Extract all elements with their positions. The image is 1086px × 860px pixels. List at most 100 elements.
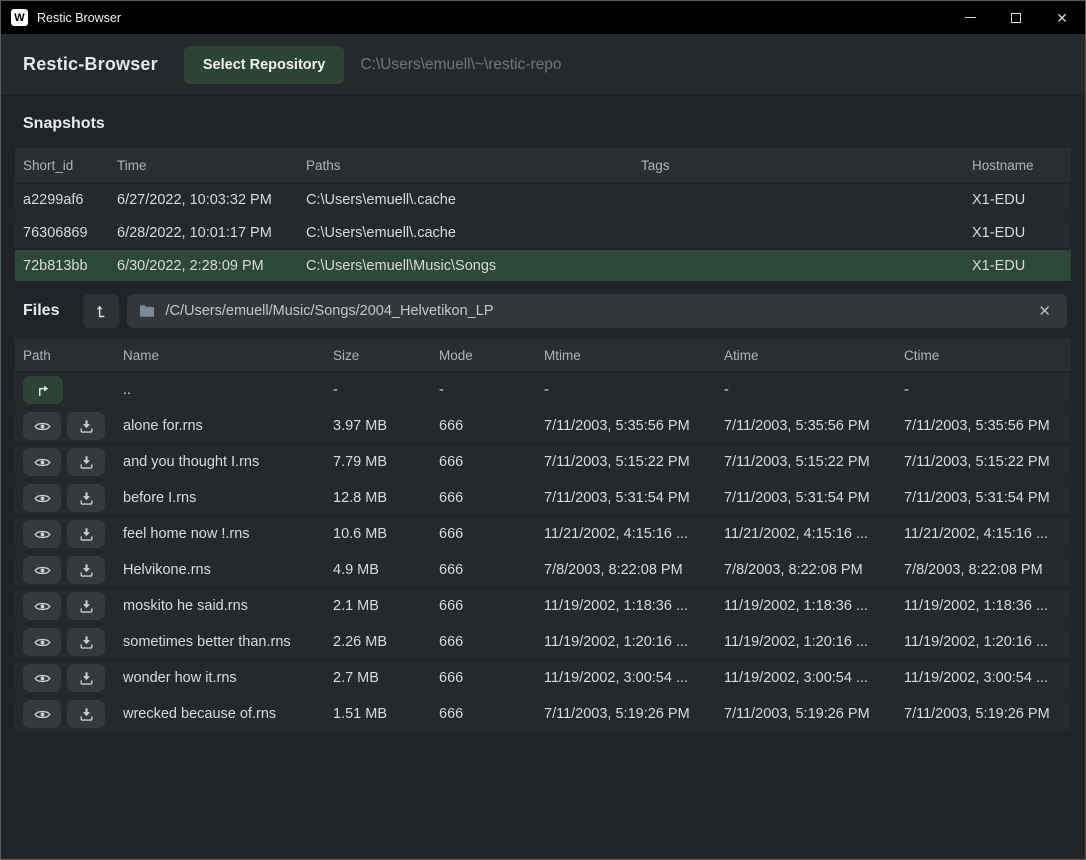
restore-file-button[interactable]: [67, 484, 105, 512]
file-mtime: 7/11/2003, 5:19:26 PM: [544, 706, 724, 722]
snapshot-short-id: 72b813bb: [23, 258, 117, 274]
file-name: sometimes better than.rns: [123, 634, 333, 650]
file-ctime: 11/19/2002, 1:20:16 ...: [904, 634, 1071, 650]
file-mtime: 11/19/2002, 1:18:36 ...: [544, 598, 724, 614]
clear-path-button[interactable]: ✕: [1034, 300, 1055, 322]
view-file-button[interactable]: [23, 628, 61, 656]
eye-icon: [34, 456, 51, 469]
file-atime: 11/21/2002, 4:15:16 ...: [724, 526, 904, 542]
file-actions: [23, 628, 123, 656]
file-atime: 7/11/2003, 5:15:22 PM: [724, 454, 904, 470]
file-atime: 7/11/2003, 5:35:56 PM: [724, 418, 904, 434]
app-logo-icon: W: [11, 9, 28, 26]
restore-file-button[interactable]: [67, 412, 105, 440]
col-mtime: Mtime: [544, 348, 724, 363]
download-icon: [79, 527, 94, 542]
maximize-button[interactable]: [993, 1, 1039, 34]
corner-up-right-icon: [36, 383, 51, 398]
files-table: Path Name Size Mode Mtime Atime Ctime ..…: [15, 339, 1071, 733]
open-parent-dir-button[interactable]: [23, 376, 63, 404]
file-actions: [23, 412, 123, 440]
file-actions: [23, 484, 123, 512]
file-row: wrecked because of.rns1.51 MB6667/11/200…: [15, 697, 1071, 733]
file-mtime: 7/8/2003, 8:22:08 PM: [544, 562, 724, 578]
path-breadcrumb[interactable]: /C/Users/emuell/Music/Songs/2004_Helveti…: [127, 294, 1067, 328]
snapshots-heading: Snapshots: [23, 115, 1063, 133]
file-row: feel home now !.rns10.6 MB66611/21/2002,…: [15, 517, 1071, 553]
file-mode: 666: [439, 490, 544, 506]
file-row: and you thought I.rns7.79 MB6667/11/2003…: [15, 445, 1071, 481]
minimize-button[interactable]: [947, 1, 993, 34]
select-repository-button[interactable]: Select Repository: [184, 46, 345, 84]
snapshot-short-id: a2299af6: [23, 192, 117, 208]
close-icon: ✕: [1056, 11, 1068, 25]
restore-file-button[interactable]: [67, 628, 105, 656]
view-file-button[interactable]: [23, 664, 61, 692]
file-actions: [23, 448, 123, 476]
view-file-button[interactable]: [23, 412, 61, 440]
eye-icon: [34, 636, 51, 649]
restore-file-button[interactable]: [67, 664, 105, 692]
download-icon: [79, 635, 94, 650]
view-file-button[interactable]: [23, 448, 61, 476]
restore-file-button[interactable]: [67, 592, 105, 620]
file-name: wonder how it.rns: [123, 670, 333, 686]
view-file-button[interactable]: [23, 700, 61, 728]
file-mode: 666: [439, 454, 544, 470]
restore-file-button[interactable]: [67, 448, 105, 476]
file-ctime: 7/11/2003, 5:35:56 PM: [904, 418, 1071, 434]
snapshot-row[interactable]: a2299af66/27/2022, 10:03:32 PMC:\Users\e…: [15, 184, 1071, 217]
file-actions: [23, 520, 123, 548]
file-row: before I.rns12.8 MB6667/11/2003, 5:31:54…: [15, 481, 1071, 517]
minimize-icon: [965, 17, 976, 18]
file-name: alone for.rns: [123, 418, 333, 434]
file-mtime: 7/11/2003, 5:31:54 PM: [544, 490, 724, 506]
file-mode: 666: [439, 526, 544, 542]
snapshot-row[interactable]: 72b813bb6/30/2022, 2:28:09 PMC:\Users\em…: [15, 250, 1071, 283]
file-size: 7.79 MB: [333, 454, 439, 470]
go-to-root-button[interactable]: [83, 294, 119, 328]
col-path: Path: [23, 348, 123, 363]
eye-icon: [34, 708, 51, 721]
eye-icon: [34, 420, 51, 433]
view-file-button[interactable]: [23, 592, 61, 620]
file-row: wonder how it.rns2.7 MB66611/19/2002, 3:…: [15, 661, 1071, 697]
file-ctime: 11/19/2002, 3:00:54 ...: [904, 670, 1071, 686]
breadcrumb-path-text: /C/Users/emuell/Music/Songs/2004_Helveti…: [165, 303, 1034, 319]
file-name: moskito he said.rns: [123, 598, 333, 614]
titlebar: W Restic Browser ✕: [1, 1, 1085, 34]
file-ctime: 7/11/2003, 5:19:26 PM: [904, 706, 1071, 722]
eye-icon: [34, 600, 51, 613]
file-mtime: 11/21/2002, 4:15:16 ...: [544, 526, 724, 542]
restore-file-button[interactable]: [67, 520, 105, 548]
view-file-button[interactable]: [23, 484, 61, 512]
restore-file-button[interactable]: [67, 556, 105, 584]
snapshot-short-id: 76306869: [23, 225, 117, 241]
restore-file-button[interactable]: [67, 700, 105, 728]
view-file-button[interactable]: [23, 520, 61, 548]
close-button[interactable]: ✕: [1039, 1, 1085, 34]
snapshot-time: 6/30/2022, 2:28:09 PM: [117, 258, 306, 274]
snapshot-row[interactable]: 763068696/28/2022, 10:01:17 PMC:\Users\e…: [15, 217, 1071, 250]
file-row: sometimes better than.rns2.26 MB66611/19…: [15, 625, 1071, 661]
parent-dir-row: .. - - - - -: [15, 373, 1071, 409]
file-name: before I.rns: [123, 490, 333, 506]
file-name: wrecked because of.rns: [123, 706, 333, 722]
level-up-icon: [94, 304, 109, 319]
eye-icon: [34, 492, 51, 505]
snapshots-table-header: Short_id Time Paths Tags Hostname: [15, 148, 1071, 184]
file-mode: 666: [439, 418, 544, 434]
maximize-icon: [1011, 13, 1021, 23]
file-size: 2.26 MB: [333, 634, 439, 650]
file-size: 12.8 MB: [333, 490, 439, 506]
view-file-button[interactable]: [23, 556, 61, 584]
files-bar: Files /C/Users/emuell/Music/Songs/2004_H…: [1, 283, 1085, 339]
file-ctime: 7/11/2003, 5:31:54 PM: [904, 490, 1071, 506]
file-name: ..: [123, 382, 333, 398]
file-ctime: 11/21/2002, 4:15:16 ...: [904, 526, 1071, 542]
window-title: Restic Browser: [37, 11, 121, 25]
col-tags: Tags: [641, 158, 972, 173]
col-hostname: Hostname: [972, 158, 1071, 173]
file-mode: 666: [439, 562, 544, 578]
file-row: moskito he said.rns2.1 MB66611/19/2002, …: [15, 589, 1071, 625]
